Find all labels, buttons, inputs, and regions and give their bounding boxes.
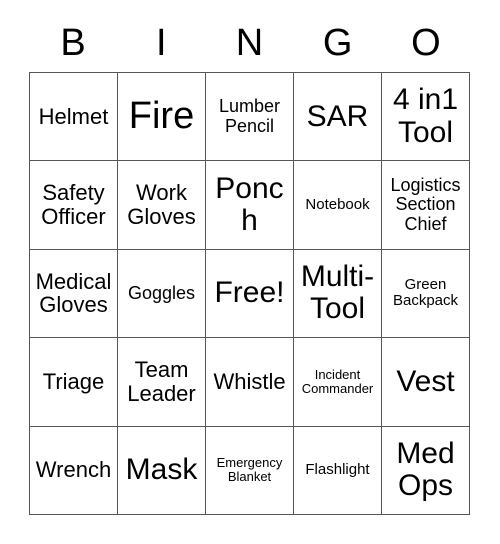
bingo-cell[interactable]: Whistle — [206, 338, 294, 427]
bingo-cell[interactable]: Logistics Section Chief — [382, 161, 470, 250]
bingo-cell-label: Vest — [396, 364, 455, 398]
bingo-cell-label: Flashlight — [305, 461, 370, 479]
bingo-cell-label: 4 in1 Tool — [392, 83, 459, 149]
bingo-cell[interactable]: Flashlight — [294, 426, 382, 515]
bingo-cell[interactable]: Medical Gloves — [30, 249, 118, 339]
bingo-cell-label: Goggles — [127, 282, 196, 303]
bingo-cell-label: Medical Gloves — [35, 268, 112, 318]
bingo-cell[interactable]: Team Leader — [118, 338, 206, 427]
bingo-cell[interactable]: Multi-Tool — [294, 249, 382, 339]
bingo-cell-label: Helmet — [38, 103, 109, 129]
bingo-cell-label: Fire — [128, 95, 195, 138]
bingo-card: B I N G O Helmet Fire Lumber Pencil SAR 4 in… — [0, 0, 500, 544]
bingo-cell-label: Triage — [42, 369, 105, 395]
bingo-cell[interactable]: SAR — [294, 73, 382, 162]
bingo-cell-label: Ponch — [215, 171, 284, 238]
bingo-cell-label: Incident Commander — [301, 366, 374, 396]
bingo-header-letter-o: O — [411, 22, 441, 64]
bingo-cell-label: SAR — [306, 99, 369, 133]
bingo-cell-label: Free! — [214, 276, 285, 310]
bingo-cell[interactable]: Goggles — [118, 249, 206, 339]
bingo-cell-label: Wrench — [35, 457, 112, 483]
bingo-cell-label: Green Backpack — [392, 276, 459, 310]
bingo-cell[interactable]: Wrench — [30, 426, 118, 515]
bingo-cell-label: Emergency Blanket — [216, 455, 283, 485]
bingo-cell[interactable]: Lumber Pencil — [206, 73, 294, 162]
bingo-cell[interactable]: Triage — [30, 338, 118, 427]
bingo-cell-label: Multi-Tool — [300, 260, 375, 326]
bingo-header-letter-g: G — [322, 22, 353, 64]
bingo-cell[interactable]: Mask — [118, 426, 206, 515]
bingo-cell-label: Safety Officer — [41, 180, 106, 230]
bingo-cell[interactable]: Safety Officer — [30, 161, 118, 250]
bingo-cell-label: Logistics Section Chief — [390, 174, 461, 234]
bingo-cell-label: Notebook — [305, 196, 370, 213]
bingo-cell[interactable]: 4 in1 Tool — [382, 73, 470, 162]
bingo-cell-label: Med Ops — [396, 436, 455, 503]
bingo-cell[interactable]: Free! — [206, 249, 294, 339]
bingo-cell-label: Whistle — [213, 369, 286, 395]
bingo-cell[interactable]: Med Ops — [382, 426, 470, 515]
bingo-cell-label: Mask — [125, 453, 198, 487]
bingo-header: B I N G O — [29, 14, 470, 72]
bingo-cell[interactable]: Fire — [118, 73, 206, 162]
bingo-header-letter-i: I — [156, 22, 167, 64]
bingo-cell[interactable]: Incident Commander — [294, 338, 382, 427]
bingo-cell[interactable]: Green Backpack — [382, 249, 470, 339]
bingo-cell-label: Team Leader — [127, 357, 196, 406]
bingo-header-letter-n: N — [235, 22, 264, 64]
bingo-cell[interactable]: Work Gloves — [118, 161, 206, 250]
bingo-cell-label: Work Gloves — [127, 180, 196, 230]
bingo-header-letter-b: B — [60, 22, 86, 64]
bingo-grid: Helmet Fire Lumber Pencil SAR 4 in1 Tool Safe… — [29, 72, 470, 515]
bingo-cell[interactable]: Vest — [382, 338, 470, 427]
bingo-cell[interactable]: Notebook — [294, 161, 382, 250]
bingo-cell-label: Lumber Pencil — [218, 96, 281, 136]
bingo-cell[interactable]: Ponch — [206, 161, 294, 250]
bingo-cell[interactable]: Emergency Blanket — [206, 426, 294, 515]
bingo-cell[interactable]: Helmet — [30, 73, 118, 162]
